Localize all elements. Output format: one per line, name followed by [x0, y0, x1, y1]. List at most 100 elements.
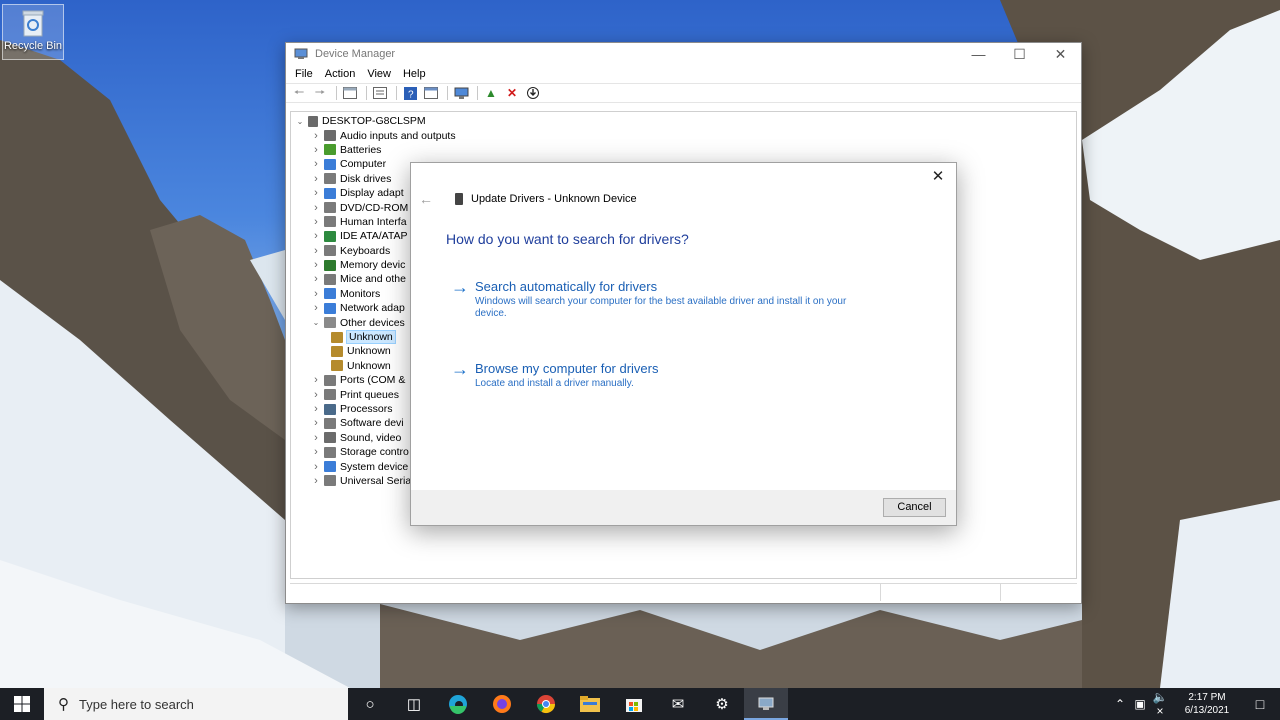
- option-title[interactable]: Browse my computer for drivers: [475, 361, 855, 376]
- tree-item-label: Disk drives: [340, 172, 392, 185]
- unknown-device-warning-icon: [331, 345, 343, 357]
- tree-item-label: Audio inputs and outputs: [340, 129, 456, 142]
- tree-item-label: Unknown: [346, 330, 396, 345]
- device-category-icon: [324, 432, 336, 444]
- expand-chevron-icon[interactable]: ›: [310, 302, 322, 314]
- expand-chevron-icon[interactable]: ›: [310, 173, 322, 185]
- expand-chevron-icon[interactable]: ›: [310, 158, 322, 170]
- help-icon[interactable]: ?: [401, 85, 419, 101]
- start-button[interactable]: [0, 688, 44, 720]
- expand-chevron-icon[interactable]: ›: [310, 461, 322, 473]
- expand-chevron-icon[interactable]: ›: [310, 216, 322, 228]
- mail-icon[interactable]: ✉: [656, 688, 700, 720]
- back-arrow-icon[interactable]: ←: [419, 191, 435, 207]
- unknown-device-warning-icon: [331, 360, 343, 372]
- forward-arrow-icon[interactable]: 🠖: [311, 85, 329, 101]
- file-explorer-icon[interactable]: [568, 688, 612, 720]
- device-category-icon: [324, 130, 336, 142]
- expand-chevron-icon[interactable]: ›: [310, 403, 322, 415]
- clock-date: 6/13/2021: [1184, 705, 1230, 716]
- search-automatically-option[interactable]: → Search automatically for drivers Windo…: [451, 277, 855, 320]
- expand-chevron-icon[interactable]: ›: [310, 432, 322, 444]
- tree-item-label: Universal Seria: [340, 474, 412, 487]
- toolbar-separator: [447, 86, 448, 100]
- expand-chevron-icon[interactable]: ›: [310, 446, 322, 458]
- tree-item-label: System device: [340, 460, 409, 473]
- search-icon: ⚲: [58, 696, 69, 713]
- clock[interactable]: 2:17 PM 6/13/2021: [1174, 691, 1240, 717]
- expand-chevron-icon[interactable]: ›: [310, 245, 322, 257]
- tree-root[interactable]: ⌄ DESKTOP-G8CLSPM: [291, 114, 1076, 128]
- expand-chevron-icon[interactable]: ›: [310, 417, 322, 429]
- windows-logo-icon: [14, 696, 30, 712]
- uninstall-device-icon[interactable]: ✕: [503, 85, 521, 101]
- expand-chevron-icon[interactable]: ›: [310, 130, 322, 142]
- chrome-icon[interactable]: [524, 688, 568, 720]
- firefox-icon[interactable]: [480, 688, 524, 720]
- properties-icon[interactable]: [371, 85, 389, 101]
- volume-muted-icon[interactable]: 🔈×: [1150, 690, 1170, 718]
- tree-category-item[interactable]: › Batteries: [291, 143, 1076, 157]
- task-view-icon[interactable]: ◫: [392, 688, 436, 720]
- tree-root-label: DESKTOP-G8CLSPM: [322, 115, 426, 128]
- show-hidden-icons-chevron-icon[interactable]: ⌃: [1110, 697, 1130, 711]
- expand-chevron-icon[interactable]: ›: [310, 273, 322, 285]
- expand-chevron-icon[interactable]: ›: [310, 187, 322, 199]
- device-manager-icon: [294, 48, 308, 59]
- maximize-button[interactable]: ☐: [999, 43, 1040, 65]
- menu-file[interactable]: File: [289, 68, 319, 80]
- expand-chevron-icon[interactable]: ›: [310, 259, 322, 271]
- recycle-bin-graphic: [22, 10, 44, 37]
- option-title[interactable]: Search automatically for drivers: [475, 279, 855, 294]
- recycle-bin-icon[interactable]: Recycle Bin: [2, 4, 64, 60]
- cortana-icon[interactable]: ○: [348, 688, 392, 720]
- microsoft-store-icon[interactable]: [612, 688, 656, 720]
- device-category-icon: [324, 446, 336, 458]
- arrow-right-icon: →: [451, 277, 469, 297]
- browse-computer-option[interactable]: → Browse my computer for drivers Locate …: [451, 359, 855, 390]
- arrow-right-icon: →: [451, 359, 469, 379]
- system-tray: ⌃ ▣ 🔈× 2:17 PM 6/13/2021 □: [1110, 688, 1280, 720]
- tree-item-label: Unknown: [347, 359, 391, 372]
- menu-view[interactable]: View: [361, 68, 397, 80]
- notifications-icon[interactable]: □: [1240, 696, 1280, 712]
- minimize-button[interactable]: —: [958, 43, 999, 65]
- menu-action[interactable]: Action: [319, 68, 362, 80]
- cancel-button[interactable]: Cancel: [883, 498, 946, 517]
- tree-item-label: Display adapt: [340, 187, 404, 200]
- view-icon[interactable]: [422, 85, 440, 101]
- settings-gear-icon[interactable]: ⚙: [700, 688, 744, 720]
- toolbar-separator: [336, 86, 337, 100]
- tree-item-label: Keyboards: [340, 244, 391, 257]
- collapse-chevron-icon[interactable]: ⌄: [310, 318, 322, 327]
- tree-item-label: DVD/CD-ROM: [340, 201, 409, 214]
- device-manager-taskbar-icon[interactable]: [744, 688, 788, 720]
- close-button[interactable]: ✕: [1040, 43, 1081, 65]
- edge-icon[interactable]: [436, 688, 480, 720]
- tree-item-label: Mice and othe: [340, 273, 406, 286]
- status-pane: [290, 584, 880, 601]
- dialog-footer: Cancel: [411, 490, 956, 525]
- tree-item-label: Ports (COM &: [340, 374, 406, 387]
- tree-category-item[interactable]: › Audio inputs and outputs: [291, 128, 1076, 142]
- expand-chevron-icon[interactable]: ›: [310, 202, 322, 214]
- status-pane: [1000, 584, 1077, 601]
- device-category-icon: [324, 245, 336, 257]
- expand-chevron-icon[interactable]: ›: [310, 389, 322, 401]
- scan-hardware-icon[interactable]: [452, 85, 470, 101]
- menu-help[interactable]: Help: [397, 68, 432, 80]
- dialog-close-button[interactable]: ✕: [928, 167, 948, 187]
- taskbar-search-box[interactable]: ⚲ Type here to search: [44, 688, 348, 720]
- collapse-chevron-icon[interactable]: ⌄: [294, 117, 306, 126]
- expand-chevron-icon[interactable]: ›: [310, 475, 322, 487]
- expand-chevron-icon[interactable]: ›: [310, 144, 322, 156]
- device-category-icon: [324, 461, 336, 473]
- update-driver-icon[interactable]: ▲: [482, 85, 500, 101]
- network-icon[interactable]: ▣: [1130, 697, 1150, 711]
- expand-chevron-icon[interactable]: ›: [310, 374, 322, 386]
- show-hide-console-tree-icon[interactable]: [341, 85, 359, 101]
- expand-chevron-icon[interactable]: ›: [310, 230, 322, 242]
- download-icon[interactable]: [524, 85, 542, 101]
- expand-chevron-icon[interactable]: ›: [310, 288, 322, 300]
- back-arrow-icon[interactable]: 🠔: [290, 85, 308, 101]
